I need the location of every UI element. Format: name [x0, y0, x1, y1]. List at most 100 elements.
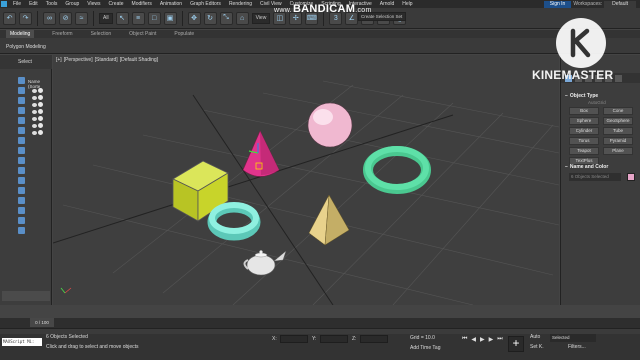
menu-create[interactable]: Create: [105, 0, 128, 8]
filter-spacewarps-icon[interactable]: [18, 127, 25, 134]
move-icon[interactable]: ✥: [187, 11, 201, 25]
go-to-end-icon[interactable]: ⏭: [497, 336, 502, 343]
cylinder-button[interactable]: Cylinder: [569, 127, 599, 135]
filter-shapes-icon[interactable]: [18, 87, 25, 94]
viewport-label[interactable]: [+] [Perspective] [Standard] [Default Shadi…: [56, 57, 160, 63]
pyramid-button[interactable]: Pyramid: [603, 137, 633, 145]
sphere-button[interactable]: Sphere: [569, 117, 599, 125]
viewport-shading-label[interactable]: [Default Shading]: [120, 57, 158, 63]
torus-object[interactable]: [363, 146, 431, 194]
menu-file[interactable]: File: [9, 0, 25, 8]
list-item[interactable]: [32, 94, 43, 101]
set-key-mode-icon[interactable]: +: [508, 336, 524, 352]
visibility-eye-icon[interactable]: [32, 95, 37, 100]
auto-key-button[interactable]: Auto: [530, 334, 540, 340]
autogrid-checkbox[interactable]: AutoGrid: [588, 100, 606, 105]
filter-hidden-icon[interactable]: [18, 187, 25, 194]
scale-icon[interactable]: ⤡: [219, 11, 233, 25]
go-to-start-icon[interactable]: ⏮: [462, 336, 467, 343]
time-slider[interactable]: [0, 318, 640, 328]
filter-all-icon[interactable]: [18, 197, 25, 204]
visibility-eye-icon[interactable]: [32, 88, 37, 93]
torus-button[interactable]: Torus: [569, 137, 599, 145]
filter-xrefs-icon[interactable]: [18, 147, 25, 154]
visibility-eye-icon[interactable]: [32, 109, 37, 114]
teapot-button[interactable]: Teapot: [569, 147, 599, 155]
name-color-rollout[interactable]: − Name and Color: [565, 164, 637, 170]
sign-in-button[interactable]: Sign In: [543, 0, 572, 8]
reference-coordinate-dropdown[interactable]: View: [251, 12, 271, 24]
next-frame-icon[interactable]: ▶: [489, 336, 494, 343]
selection-filter-dropdown[interactable]: All: [99, 12, 113, 24]
undo-icon[interactable]: ↶: [3, 11, 16, 25]
tube-button[interactable]: Tube: [603, 127, 633, 135]
list-item[interactable]: [32, 108, 43, 115]
window-crossing-icon[interactable]: ▣: [163, 11, 177, 25]
visibility-eye-icon[interactable]: [32, 116, 37, 121]
menu-rendering[interactable]: Rendering: [225, 0, 256, 8]
place-icon[interactable]: ⌂: [235, 11, 249, 25]
frame-indicator[interactable]: 0 / 100: [30, 318, 54, 327]
previous-frame-icon[interactable]: ◀: [471, 336, 476, 343]
rect-selection-icon[interactable]: □: [147, 11, 161, 25]
filter-containers-icon[interactable]: [18, 167, 25, 174]
filter-bones-icon[interactable]: [18, 157, 25, 164]
teapot-object[interactable]: [243, 250, 287, 276]
list-item[interactable]: [32, 87, 43, 94]
object-type-rollout[interactable]: − Object Type: [565, 93, 637, 99]
menu-help[interactable]: Help: [398, 0, 416, 8]
menu-group[interactable]: Group: [61, 0, 83, 8]
polygon-modeling-label[interactable]: Polygon Modeling: [6, 44, 46, 50]
filter-frozen-icon[interactable]: [18, 177, 25, 184]
redo-icon[interactable]: ↷: [19, 11, 32, 25]
menu-edit[interactable]: Edit: [25, 0, 42, 8]
tube-object[interactable]: [207, 202, 261, 241]
menu-graph-editors[interactable]: Graph Editors: [186, 0, 225, 8]
list-item[interactable]: [32, 122, 43, 129]
y-coordinate-field[interactable]: [320, 335, 348, 343]
maxscript-listener[interactable]: MAXScript Mi:: [2, 338, 42, 346]
tab-populate[interactable]: Populate: [174, 30, 194, 38]
visibility-eye-icon[interactable]: [32, 123, 37, 128]
geosphere-button[interactable]: GeoSphere: [603, 117, 633, 125]
viewport-menu-plus[interactable]: [+]: [56, 57, 62, 63]
filter-none-icon[interactable]: [18, 207, 25, 214]
object-name-field[interactable]: 6 Objects Selected: [569, 173, 621, 181]
key-filter-dropdown[interactable]: Selected: [550, 334, 596, 342]
filter-groups-icon[interactable]: [18, 137, 25, 144]
bind-space-warp-icon[interactable]: ≈: [75, 11, 88, 25]
set-key-button[interactable]: Set K.: [530, 344, 544, 350]
box-button[interactable]: Box: [569, 107, 599, 115]
menu-modifiers[interactable]: Modifiers: [128, 0, 156, 8]
select-tab[interactable]: Select: [18, 59, 32, 65]
sphere-object[interactable]: [307, 102, 353, 148]
pyramid-object[interactable]: [308, 194, 350, 246]
perspective-viewport[interactable]: [+] [Perspective] [Standard] [Default Shadi…: [53, 55, 559, 305]
list-item[interactable]: [32, 101, 43, 108]
menu-tools[interactable]: Tools: [42, 0, 62, 8]
menu-arnold[interactable]: Arnold: [376, 0, 398, 8]
filter-cameras-icon[interactable]: [18, 107, 25, 114]
viewport-standard-label[interactable]: [Standard]: [95, 57, 118, 63]
plane-button[interactable]: Plane: [603, 147, 633, 155]
rotate-icon[interactable]: ↻: [203, 11, 217, 25]
select-object-icon[interactable]: ↖: [115, 11, 129, 25]
tab-selection[interactable]: Selection: [91, 30, 112, 38]
z-coordinate-field[interactable]: [360, 335, 388, 343]
viewport-scene[interactable]: [53, 55, 559, 305]
filter-invert-icon[interactable]: [18, 217, 25, 224]
play-icon[interactable]: ▶: [480, 336, 485, 343]
object-color-swatch[interactable]: [627, 173, 635, 181]
tab-object-paint[interactable]: Object Paint: [129, 30, 156, 38]
filter-helpers-icon[interactable]: [18, 117, 25, 124]
filter-geometry-icon[interactable]: [18, 77, 25, 84]
add-time-tag-button[interactable]: Add Time Tag: [410, 345, 440, 351]
list-item[interactable]: [32, 129, 43, 136]
x-coordinate-field[interactable]: [280, 335, 308, 343]
viewport-pov-label[interactable]: [Perspective]: [64, 57, 93, 63]
menu-animation[interactable]: Animation: [156, 0, 186, 8]
select-by-name-icon[interactable]: ≡: [131, 11, 145, 25]
utilities-tab-icon[interactable]: [615, 74, 622, 82]
filter-lights-icon[interactable]: [18, 97, 25, 104]
workspaces-dropdown[interactable]: Default: [604, 0, 636, 8]
